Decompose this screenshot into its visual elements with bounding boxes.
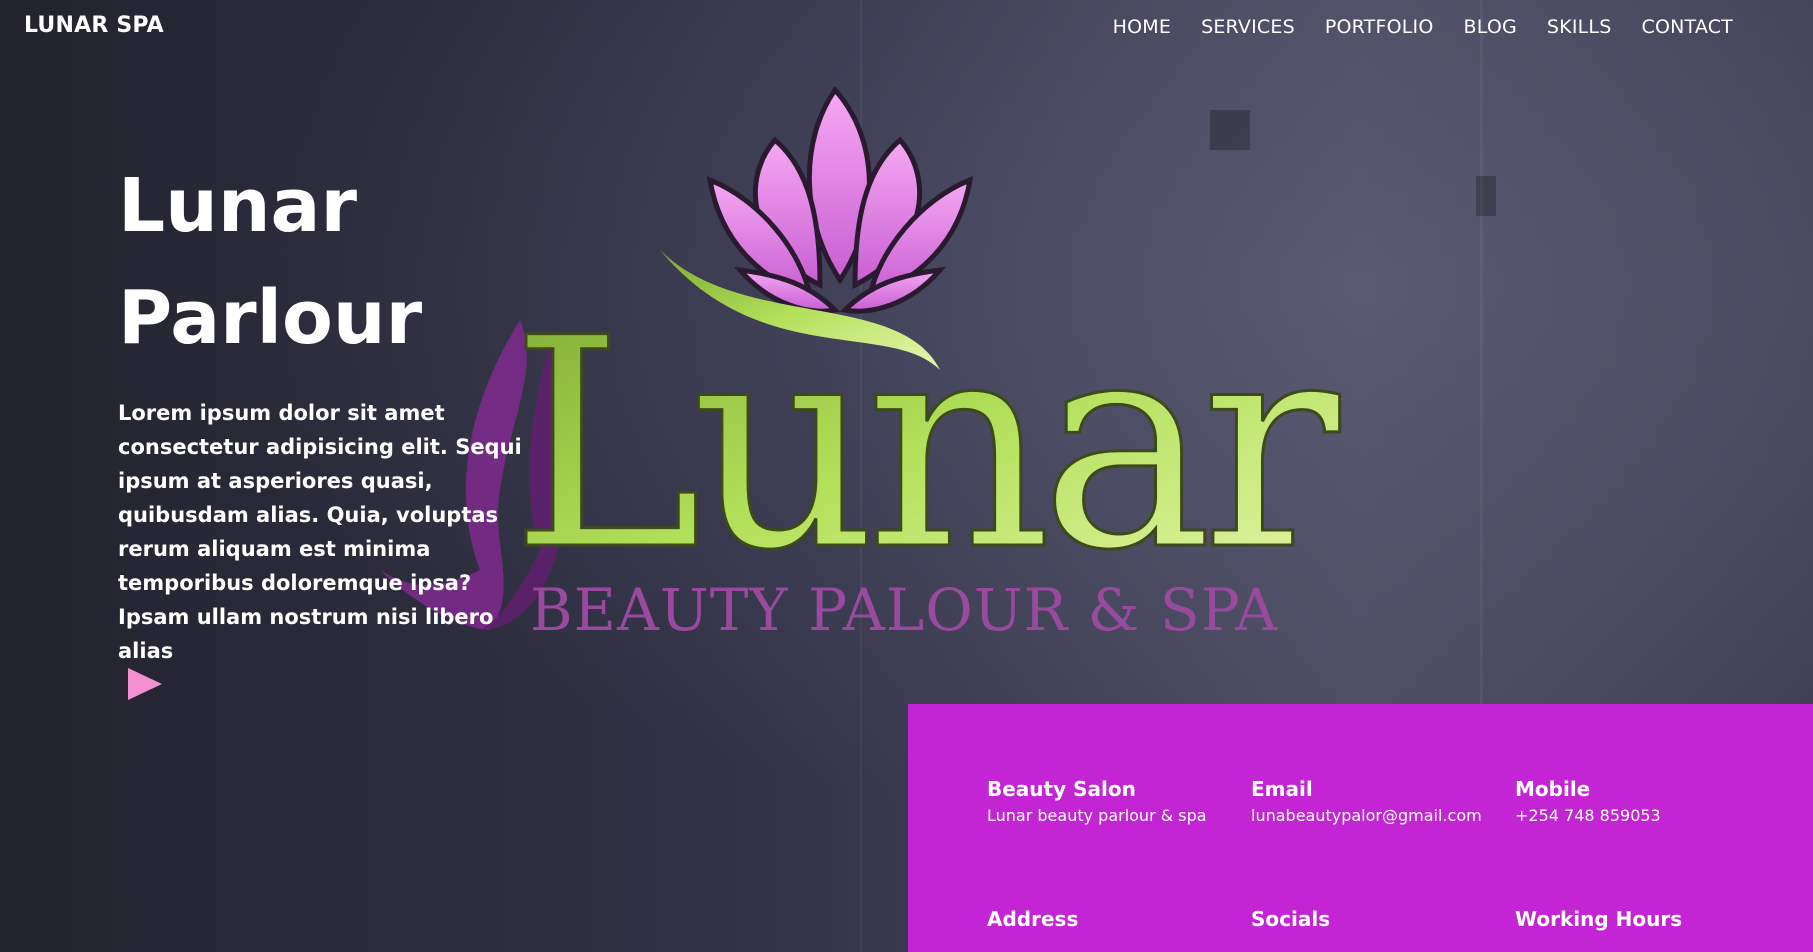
info-title: Beauty Salon [987, 777, 1136, 801]
logo-wordmark: Lunar [510, 277, 1341, 614]
info-title: Address [987, 907, 1079, 931]
info-title: Socials [1251, 907, 1331, 931]
nav-contact[interactable]: CONTACT [1641, 16, 1733, 38]
hero-description: Lorem ipsum dolor sit amet consectetur a… [118, 401, 522, 663]
hero-title-line1: Lunar [118, 163, 357, 249]
info-item-socials: Socials [1251, 906, 1515, 934]
nav-skills[interactable]: SKILLS [1547, 16, 1612, 38]
nav-home[interactable]: HOME [1113, 16, 1171, 38]
hero-section: LUNAR SPA HOME SERVICES PORTFOLIO BLOG S… [0, 0, 1813, 952]
nav-services[interactable]: SERVICES [1201, 16, 1295, 38]
info-value[interactable]: +254 748 859053 [1515, 804, 1747, 828]
nav-portfolio[interactable]: PORTFOLIO [1325, 16, 1434, 38]
info-item-beauty-salon: Beauty Salon Lunar beauty parlour & spa [987, 776, 1251, 828]
play-icon[interactable] [124, 666, 164, 702]
info-panel: Beauty Salon Lunar beauty parlour & spa … [908, 704, 1813, 952]
wall-reflection [1476, 176, 1496, 216]
info-item-email: Email lunabeautypalor@gmail.com [1251, 776, 1515, 828]
hero-title-line2: Parlour [118, 275, 423, 361]
info-item-working-hours: Working Hours [1515, 906, 1747, 934]
main-nav: HOME SERVICES PORTFOLIO BLOG SKILLS CONT… [1113, 16, 1733, 38]
info-value[interactable]: lunabeautypalor@gmail.com [1251, 804, 1515, 828]
brand-logo-text[interactable]: LUNAR SPA [24, 13, 164, 38]
info-item-mobile: Mobile +254 748 859053 [1515, 776, 1747, 828]
logo-tagline: BEAUTY PALOUR & SPA [530, 576, 1278, 644]
info-title: Mobile [1515, 777, 1591, 801]
nav-blog[interactable]: BLOG [1464, 16, 1517, 38]
hero-title: Lunar Parlour [118, 150, 538, 374]
info-title: Working Hours [1515, 907, 1683, 931]
info-value: Lunar beauty parlour & spa [987, 806, 1207, 825]
info-title: Email [1251, 777, 1313, 801]
info-grid: Beauty Salon Lunar beauty parlour & spa … [987, 776, 1747, 934]
info-item-address: Address [987, 906, 1251, 934]
